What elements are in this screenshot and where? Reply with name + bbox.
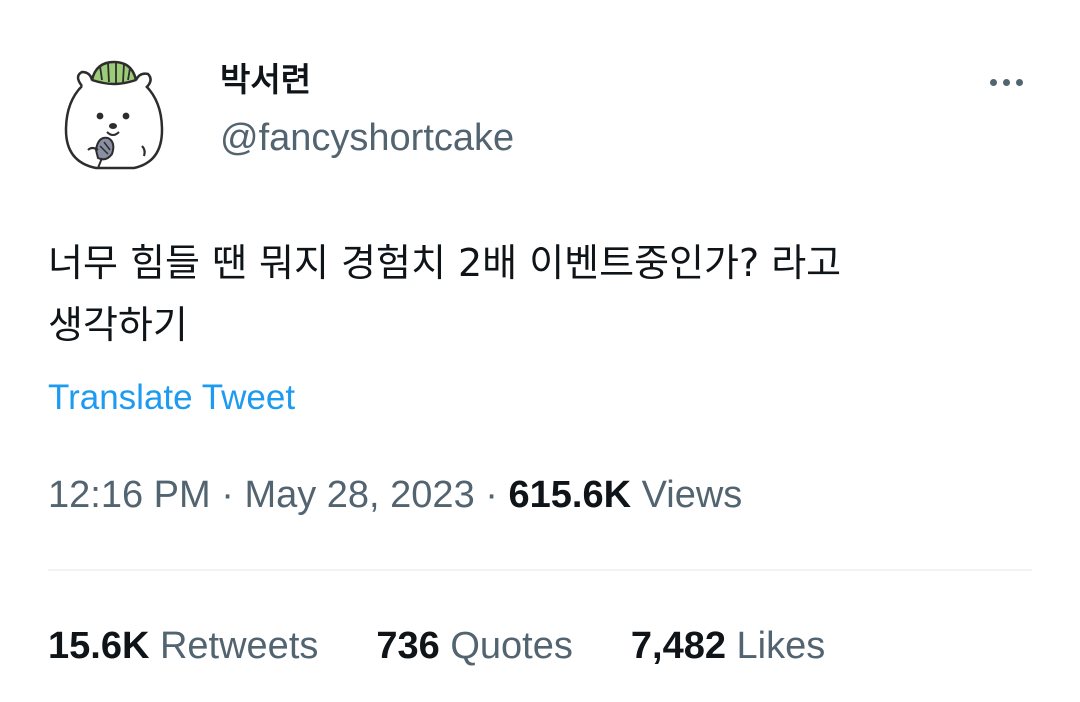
more-options-button[interactable] bbox=[978, 62, 1034, 102]
user-handle[interactable]: @fancyshortcake bbox=[220, 116, 514, 160]
more-horizontal-icon bbox=[989, 78, 997, 86]
views-count: 615.6K bbox=[508, 474, 632, 516]
quotes-count: 736 bbox=[376, 625, 440, 667]
engagement-stats: 15.6K Retweets 736 Quotes 7,482 Likes bbox=[48, 623, 883, 669]
more-horizontal-icon bbox=[1015, 78, 1023, 86]
display-name[interactable]: 박서련 bbox=[220, 58, 311, 102]
avatar[interactable] bbox=[52, 50, 176, 174]
retweets-count: 15.6K bbox=[48, 625, 150, 667]
tweet-text: 너무 힘들 땐 뭐지 경험치 2배 이벤트중인가? 라고 생각하기 bbox=[48, 232, 1038, 356]
likes-stat[interactable]: 7,482 Likes bbox=[631, 623, 825, 669]
quotes-stat[interactable]: 736 Quotes bbox=[376, 623, 573, 669]
translate-tweet-link[interactable]: Translate Tweet bbox=[48, 376, 295, 420]
likes-count: 7,482 bbox=[630, 625, 726, 667]
retweets-label: Retweets bbox=[159, 625, 319, 667]
tweet-text-line: 생각하기 bbox=[48, 303, 188, 347]
divider bbox=[48, 569, 1032, 571]
tweet-date[interactable]: May 28, 2023 bbox=[244, 474, 474, 516]
bear-avatar-icon bbox=[52, 50, 176, 174]
views-label: Views bbox=[641, 474, 743, 516]
meta-separator: · bbox=[474, 474, 509, 516]
tweet-meta: 12:16 PM · May 28, 2023 · 615.6K Views bbox=[48, 472, 742, 518]
likes-label: Likes bbox=[736, 625, 826, 667]
more-horizontal-icon bbox=[1002, 78, 1010, 86]
tweet-time[interactable]: 12:16 PM bbox=[48, 474, 211, 516]
tweet-text-line: 너무 힘들 땐 뭐지 경험치 2배 이벤트중인가? 라고 bbox=[48, 241, 842, 285]
meta-separator: · bbox=[210, 474, 245, 516]
quotes-label: Quotes bbox=[450, 625, 573, 667]
retweets-stat[interactable]: 15.6K Retweets bbox=[48, 623, 318, 669]
